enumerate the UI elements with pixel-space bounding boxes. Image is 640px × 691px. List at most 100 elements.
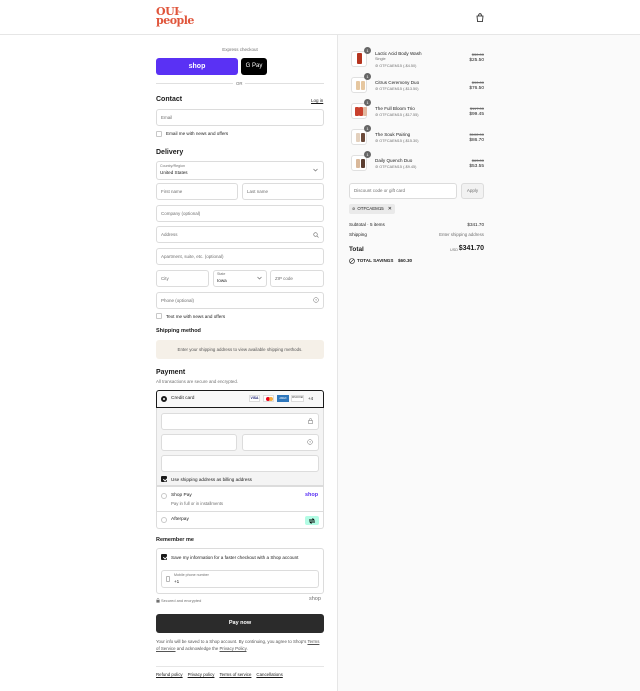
- country-label: Country/Region: [160, 164, 185, 168]
- product-name: The Souk Pairing: [375, 132, 411, 137]
- product-price: $25.50: [469, 58, 484, 63]
- product-discount-code: OTFCAEM15 (-$9.45): [379, 165, 417, 169]
- city-field[interactable]: City: [156, 270, 209, 287]
- header: OUI the people: [0, 0, 640, 35]
- product-price: $99.45: [469, 112, 484, 117]
- refund-policy-link[interactable]: Refund policy: [156, 672, 183, 677]
- card-number-field[interactable]: [161, 413, 319, 430]
- logo-line2: people: [156, 14, 194, 27]
- expiration-field[interactable]: [161, 434, 237, 451]
- login-link[interactable]: Log in: [311, 98, 323, 103]
- quantity-badge: 1: [364, 99, 371, 106]
- credit-card-radio[interactable]: [161, 396, 167, 402]
- state-value: Iowa: [217, 278, 227, 283]
- country-value: United States: [160, 170, 188, 175]
- mobile-phone-value: +1: [174, 579, 180, 584]
- email-news-checkbox[interactable]: [156, 131, 162, 137]
- product-discount: ⊘ OTFCAEM15 (-$4.50): [375, 64, 417, 68]
- pay-now-button[interactable]: Pay now: [156, 614, 324, 633]
- product-discount-code: OTFCAEM15 (-$13.50): [379, 87, 419, 91]
- company-field[interactable]: Company (optional): [156, 205, 324, 222]
- product-name: The Full Bloom Trio: [375, 106, 415, 111]
- remember-checkbox[interactable]: [161, 554, 167, 560]
- product-original-price: $30.00: [471, 52, 484, 57]
- product-price: $53.55: [469, 164, 484, 169]
- shipping-label: Shipping: [349, 232, 367, 237]
- last-name-field[interactable]: Last name: [242, 183, 324, 200]
- product-price: $76.50: [469, 86, 484, 91]
- apply-button[interactable]: Apply: [461, 183, 484, 199]
- product-name: Daily Quench Duo: [375, 158, 413, 163]
- product-variant: Single: [375, 57, 386, 61]
- shipping-heading: Shipping method: [156, 328, 201, 334]
- product-discount: ⊘ OTFCAEM15 (-$9.45): [375, 165, 417, 169]
- afterpay-radio[interactable]: [161, 517, 167, 523]
- text-news-checkbox[interactable]: [156, 313, 162, 319]
- product-original-price: $117.00: [469, 106, 484, 111]
- more-cards-count: +4: [308, 396, 314, 401]
- tag-icon: ⊘: [352, 206, 356, 211]
- product-original-price: $90.00: [471, 80, 484, 85]
- help-icon[interactable]: ?: [307, 439, 313, 445]
- shop-pay-option[interactable]: [156, 486, 324, 512]
- apartment-field[interactable]: Apartment, suite, etc. (optional): [156, 248, 324, 265]
- svg-text:?: ?: [309, 440, 311, 444]
- remove-discount-icon[interactable]: ✕: [388, 204, 392, 214]
- address-field[interactable]: Address: [156, 226, 324, 243]
- product-discount: ⊘ OTFCAEM15 (-$15.30): [375, 139, 419, 143]
- shop-pay-radio[interactable]: [161, 493, 167, 499]
- express-checkout-title: Express checkout: [222, 47, 258, 52]
- payment-subtitle: All transactions are secure and encrypte…: [156, 379, 239, 384]
- visa-icon: VISA: [249, 395, 260, 402]
- product-original-price: $102.00: [469, 132, 484, 137]
- name-on-card-field[interactable]: [161, 455, 319, 472]
- quantity-badge: 1: [364, 73, 371, 80]
- subtotal-label: Subtotal · 5 items: [349, 222, 385, 227]
- footer-divider: [156, 666, 324, 667]
- google-pay-button[interactable]: G Pay: [241, 58, 267, 75]
- shopping-bag-icon[interactable]: [476, 13, 484, 22]
- quantity-badge: 1: [364, 151, 371, 158]
- shop-logo: shop: [309, 596, 321, 602]
- cancellations-link[interactable]: Cancellations: [256, 672, 282, 677]
- shipping-value: Enter shipping address: [439, 232, 484, 237]
- shop-pay-logo: shop: [305, 492, 319, 498]
- first-name-field[interactable]: First name: [156, 183, 238, 200]
- billing-checkbox[interactable]: [161, 476, 167, 482]
- email-field[interactable]: Email: [156, 109, 324, 126]
- product-discount-code: OTFCAEM15 (-$17.55): [379, 113, 419, 117]
- phone-field[interactable]: Phone (optional): [156, 292, 324, 309]
- footer-links: Refund policy Privacy policy Terms of se…: [156, 672, 283, 677]
- product-discount-code: OTFCAEM15 (-$4.50): [379, 64, 417, 68]
- terms-text: Your info will be saved to a Shop accoun…: [156, 638, 324, 652]
- subtotal-value: $341.70: [467, 222, 484, 227]
- brand-logo[interactable]: OUI the people: [156, 6, 208, 27]
- applied-discount-tag: ⊘ OTFCAEM15 ✕: [349, 204, 395, 214]
- discount-code-field[interactable]: Discount code or gift card: [349, 183, 457, 199]
- product-original-price: $63.00: [471, 158, 484, 163]
- discover-icon: DISCOVER: [291, 395, 304, 402]
- text-news-label: Text me with news and offers: [166, 314, 226, 319]
- total-label: Total: [349, 246, 364, 253]
- terms-mid: and acknowledge the: [176, 646, 219, 651]
- email-news-label: Email me with news and offers: [166, 131, 229, 136]
- product-price: $86.70: [469, 138, 484, 143]
- terms-of-service-footer-link[interactable]: Terms of service: [219, 672, 251, 677]
- shop-pay-button[interactable]: shop: [156, 58, 238, 75]
- product-bottle: [361, 133, 365, 142]
- privacy-policy-footer-link[interactable]: Privacy policy: [188, 672, 215, 677]
- zip-field[interactable]: ZIP code: [270, 270, 324, 287]
- product-bottle: [356, 81, 360, 90]
- secure-text: Secured and encrypted: [161, 598, 202, 603]
- or-divider: OR: [233, 81, 246, 86]
- amex-icon: AMEX: [277, 395, 289, 402]
- mobile-phone-icon: [166, 576, 170, 582]
- afterpay-logo-icon: [305, 516, 319, 525]
- help-icon[interactable]: ?: [313, 297, 319, 303]
- mobile-phone-label: Mobile phone number: [174, 573, 209, 577]
- currency-code: USD: [450, 248, 459, 252]
- privacy-policy-link[interactable]: Privacy Policy: [220, 646, 247, 651]
- credit-card-label: Credit card: [171, 396, 195, 401]
- mastercard-icon: [263, 395, 274, 402]
- applied-discount-code: OTFCAEM15: [357, 206, 384, 211]
